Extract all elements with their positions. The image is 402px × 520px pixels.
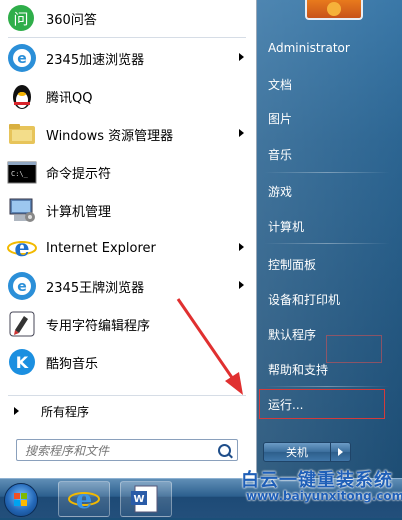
run-highlight-box [259,389,385,419]
svg-text:e: e [17,51,27,67]
divider [264,172,390,173]
right-item-documents[interactable]: 文档 [262,70,392,98]
submenu-arrow-icon [239,243,244,251]
2345-browser-icon: e [6,270,38,302]
highlight-box-faint [326,335,382,363]
program-label: Windows 资源管理器 [46,128,174,144]
start-button[interactable] [4,483,38,517]
svg-text:e: e [14,233,29,262]
svg-text:问: 问 [13,10,28,28]
char-editor-icon [6,308,38,340]
qq-penguin-icon [6,80,38,112]
right-item-music[interactable]: 音乐 [262,140,392,168]
shutdown-button[interactable]: 关机 [263,442,331,462]
internet-explorer-icon: e [68,485,100,515]
svg-text:C:\_: C:\_ [11,170,29,178]
program-item-computer-management[interactable]: 计算机管理 [4,193,250,227]
right-item-devices-printers[interactable]: 设备和打印机 [262,285,392,313]
right-item-pictures[interactable]: 图片 [262,104,392,132]
program-item-internet-explorer[interactable]: e Internet Explorer [4,231,250,265]
internet-explorer-icon: e [6,232,38,264]
right-item-control-panel[interactable]: 控制面板 [262,250,392,278]
program-item-2345-speed-browser[interactable]: e 2345加速浏览器 [4,41,250,75]
program-label: 酷狗音乐 [46,356,99,372]
program-item-tencent-qq[interactable]: 腾讯QQ [4,79,250,113]
program-item-2345-ace-browser[interactable]: e 2345王牌浏览器 [4,269,250,303]
shutdown-control[interactable]: 关机 [263,442,353,462]
program-label: 2345加速浏览器 [46,52,145,68]
program-item-windows-explorer[interactable]: Windows 资源管理器 [4,117,250,151]
shutdown-options-button[interactable] [331,442,351,462]
user-avatar[interactable] [305,0,363,20]
all-programs-button[interactable]: 所有程序 [4,398,250,424]
program-item-private-char-editor[interactable]: 专用字符编辑程序 [4,307,250,341]
divider [8,37,246,38]
2345-browser-icon: e [6,42,38,74]
search-icon[interactable] [218,444,231,457]
program-label: 命令提示符 [46,166,112,182]
divider [8,395,246,396]
explorer-folder-icon [6,118,38,150]
cmd-prompt-icon: C:\_ [6,156,38,188]
all-programs-label: 所有程序 [41,404,90,419]
submenu-arrow-icon [239,129,244,137]
taskbar-ie-button[interactable]: e [58,481,110,517]
program-label: 360问答 [46,12,97,28]
divider [264,243,390,244]
kugou-music-icon: K [6,346,38,378]
program-label: 2345王牌浏览器 [46,280,145,296]
watermark-url: www.baiyunxitong.com [246,489,402,503]
taskbar-word-button[interactable]: W [120,481,172,517]
program-item-command-prompt[interactable]: C:\_ 命令提示符 [4,155,250,189]
submenu-arrow-icon [239,53,244,61]
right-item-user[interactable]: Administrator [262,34,392,62]
svg-text:W: W [133,494,144,505]
program-label: Internet Explorer [46,240,156,256]
svg-text:e: e [17,279,27,295]
svg-text:e: e [76,485,93,515]
svg-text:K: K [16,353,29,372]
360-wenda-icon: 问 [6,2,38,34]
computer-management-icon [6,194,38,226]
windows-logo-icon [14,493,28,507]
divider [264,386,390,387]
search-box[interactable] [16,439,238,461]
program-label: 专用字符编辑程序 [46,318,151,334]
program-label: 腾讯QQ [46,90,93,106]
word-document-icon: W [131,485,158,513]
right-item-computer[interactable]: 计算机 [262,212,392,240]
program-item-360-wenda[interactable]: 问 360问答 [4,1,250,35]
program-item-kugou-music[interactable]: K 酷狗音乐 [4,345,250,379]
submenu-arrow-icon [239,281,244,289]
right-item-games[interactable]: 游戏 [262,177,392,205]
search-input[interactable] [17,441,215,461]
program-label: 计算机管理 [46,204,112,220]
expand-arrow-icon [14,407,19,415]
